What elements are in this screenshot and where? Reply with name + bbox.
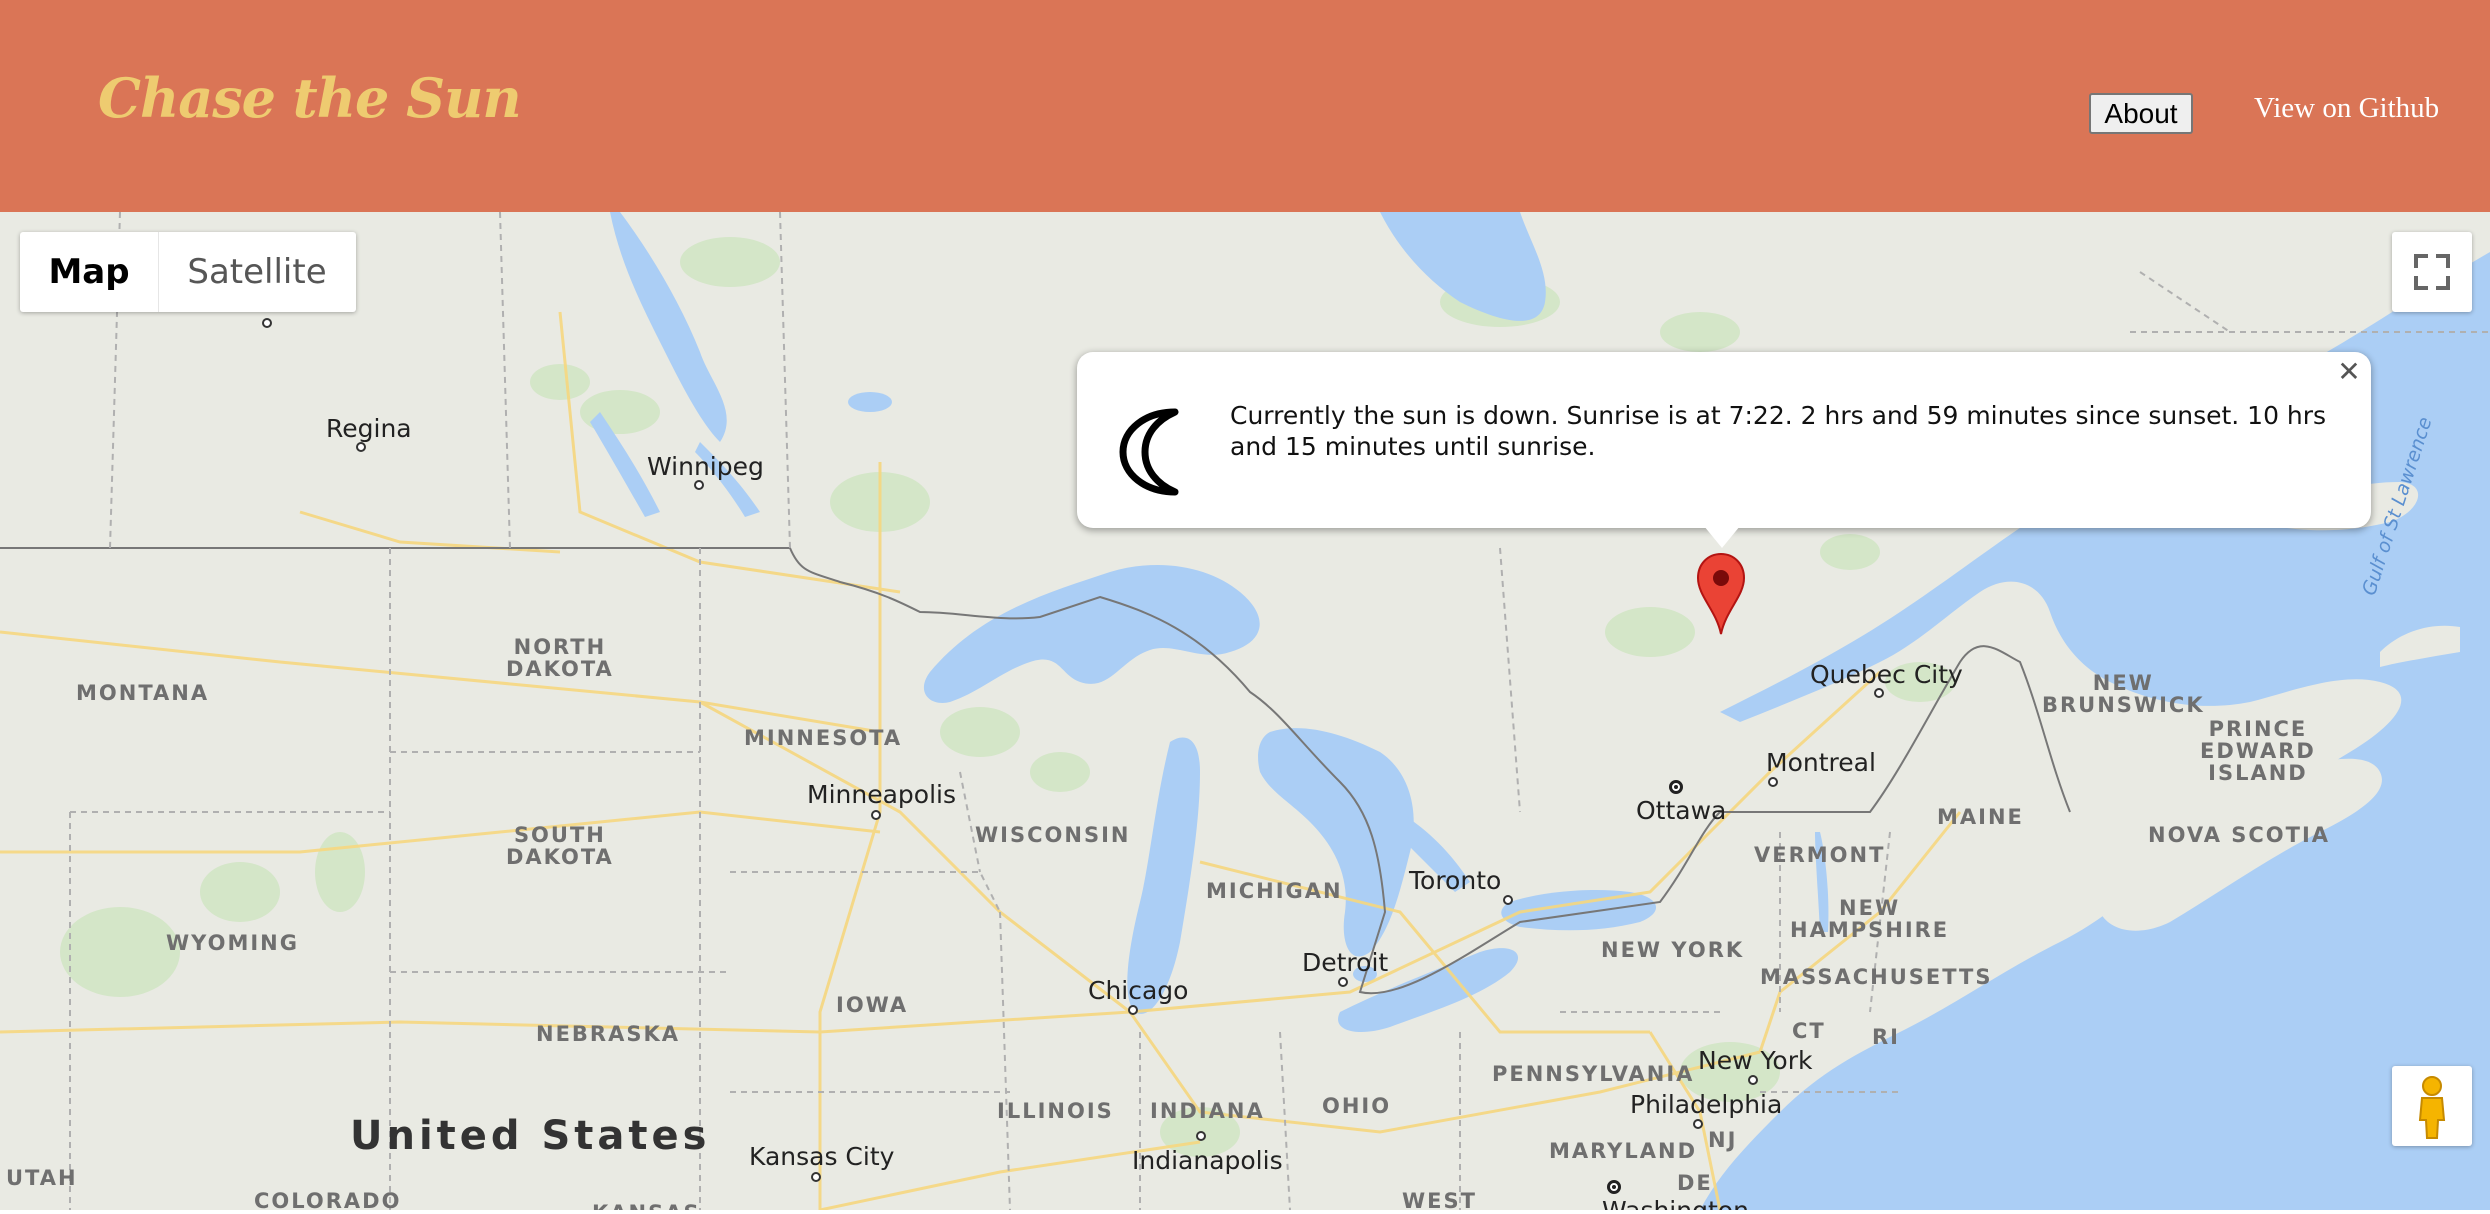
region-label: NEW HAMPSHIRE [1790, 896, 1950, 943]
city-label: Indianapolis [1132, 1146, 1283, 1175]
city-label: Regina [326, 414, 412, 443]
region-label: MINNESOTA [744, 726, 903, 750]
pegman-icon [2418, 1076, 2446, 1139]
city-dot [1748, 1075, 1758, 1085]
region-label: NORTH DAKOTA [506, 635, 614, 682]
region-label: WISCONSIN [975, 823, 1131, 847]
city-label: Detroit [1302, 948, 1389, 977]
info-window: Currently the sun is down. Sunrise is at… [1077, 352, 2371, 528]
brand-title[interactable]: Chase the Sun [98, 66, 522, 130]
city-label: Washington [1602, 1198, 1749, 1210]
city-dot [811, 1172, 821, 1182]
city-label: New York [1698, 1046, 1813, 1075]
region-label: SOUTH DAKOTA [506, 823, 614, 870]
region-label: NEW YORK [1601, 938, 1745, 962]
map-type-control: Map Satellite [20, 232, 356, 312]
close-icon[interactable]: ✕ [2335, 358, 2363, 386]
city-label: Ottawa [1636, 796, 1727, 825]
city-label: Philadelphia [1630, 1090, 1783, 1119]
city-label: Quebec City [1810, 660, 1963, 689]
region-label: MICHIGAN [1206, 879, 1343, 903]
region-label: IOWA [836, 993, 909, 1017]
region-label: NOVA SCOTIA [2148, 823, 2331, 847]
region-label: UTAH [6, 1166, 78, 1190]
street-view-button[interactable] [2392, 1066, 2472, 1146]
city-dot [1503, 895, 1513, 905]
city-dot [1693, 1119, 1703, 1129]
region-label: CT [1792, 1019, 1826, 1043]
region-label: MARYLAND [1549, 1139, 1698, 1163]
fullscreen-icon [2414, 254, 2450, 290]
fullscreen-button[interactable] [2392, 232, 2472, 312]
city-dot [694, 480, 704, 490]
region-label: NEW BRUNSWICK [2042, 671, 2205, 718]
map-type-satellite-button[interactable]: Satellite [159, 232, 355, 312]
moon-icon [1119, 408, 1179, 496]
info-window-text: Currently the sun is down. Sunrise is at… [1230, 401, 2327, 461]
region-label: INDIANA [1150, 1099, 1265, 1123]
city-dot [356, 442, 366, 452]
city-label: Montreal [1766, 748, 1876, 777]
city-dot [871, 810, 881, 820]
country-label: United States [350, 1113, 711, 1159]
app-header: Chase the Sun About View on Github [0, 0, 2490, 212]
city-label: Chicago [1088, 976, 1189, 1005]
region-label: MONTANA [76, 681, 210, 705]
region-label: ILLINOIS [997, 1099, 1114, 1123]
capital-dot [1607, 1180, 1621, 1194]
city-dot [262, 318, 272, 328]
map-type-map-button[interactable]: Map [20, 232, 159, 312]
city-dot [1338, 977, 1348, 987]
city-dot [1874, 688, 1884, 698]
city-dot [1768, 777, 1778, 787]
city-label: Winnipeg [647, 452, 764, 481]
region-label: RI [1872, 1025, 1900, 1049]
region-label: WEST [1402, 1189, 1477, 1210]
region-label: DE [1677, 1171, 1713, 1195]
city-dot [1128, 1005, 1138, 1015]
map-pin-icon[interactable] [1696, 552, 1746, 636]
city-label: Kansas City [749, 1142, 895, 1171]
region-label: NEBRASKA [536, 1022, 680, 1046]
region-label: PENNSYLVANIA [1492, 1062, 1695, 1086]
github-link[interactable]: View on Github [2254, 92, 2439, 125]
info-window-pointer [1704, 526, 1740, 548]
region-label: VERMONT [1754, 843, 1886, 867]
capital-dot [1669, 780, 1683, 794]
region-label: WYOMING [166, 931, 299, 955]
map[interactable]: MONTANA NORTH DAKOTA SOUTH DAKOTA MINNES… [0, 212, 2490, 1210]
region-label: KANSAS [592, 1202, 701, 1210]
region-label: PRINCE EDWARD ISLAND [2200, 717, 2316, 786]
region-label: OHIO [1322, 1094, 1392, 1118]
city-dot [1196, 1131, 1206, 1141]
region-label: MAINE [1937, 805, 2024, 829]
city-label: Minneapolis [807, 780, 956, 809]
about-button[interactable]: About [2089, 93, 2193, 134]
region-label: NJ [1708, 1128, 1738, 1152]
region-label: MASSACHUSETTS [1760, 965, 1993, 989]
city-label: Toronto [1409, 866, 1502, 895]
region-label: COLORADO [254, 1189, 402, 1210]
